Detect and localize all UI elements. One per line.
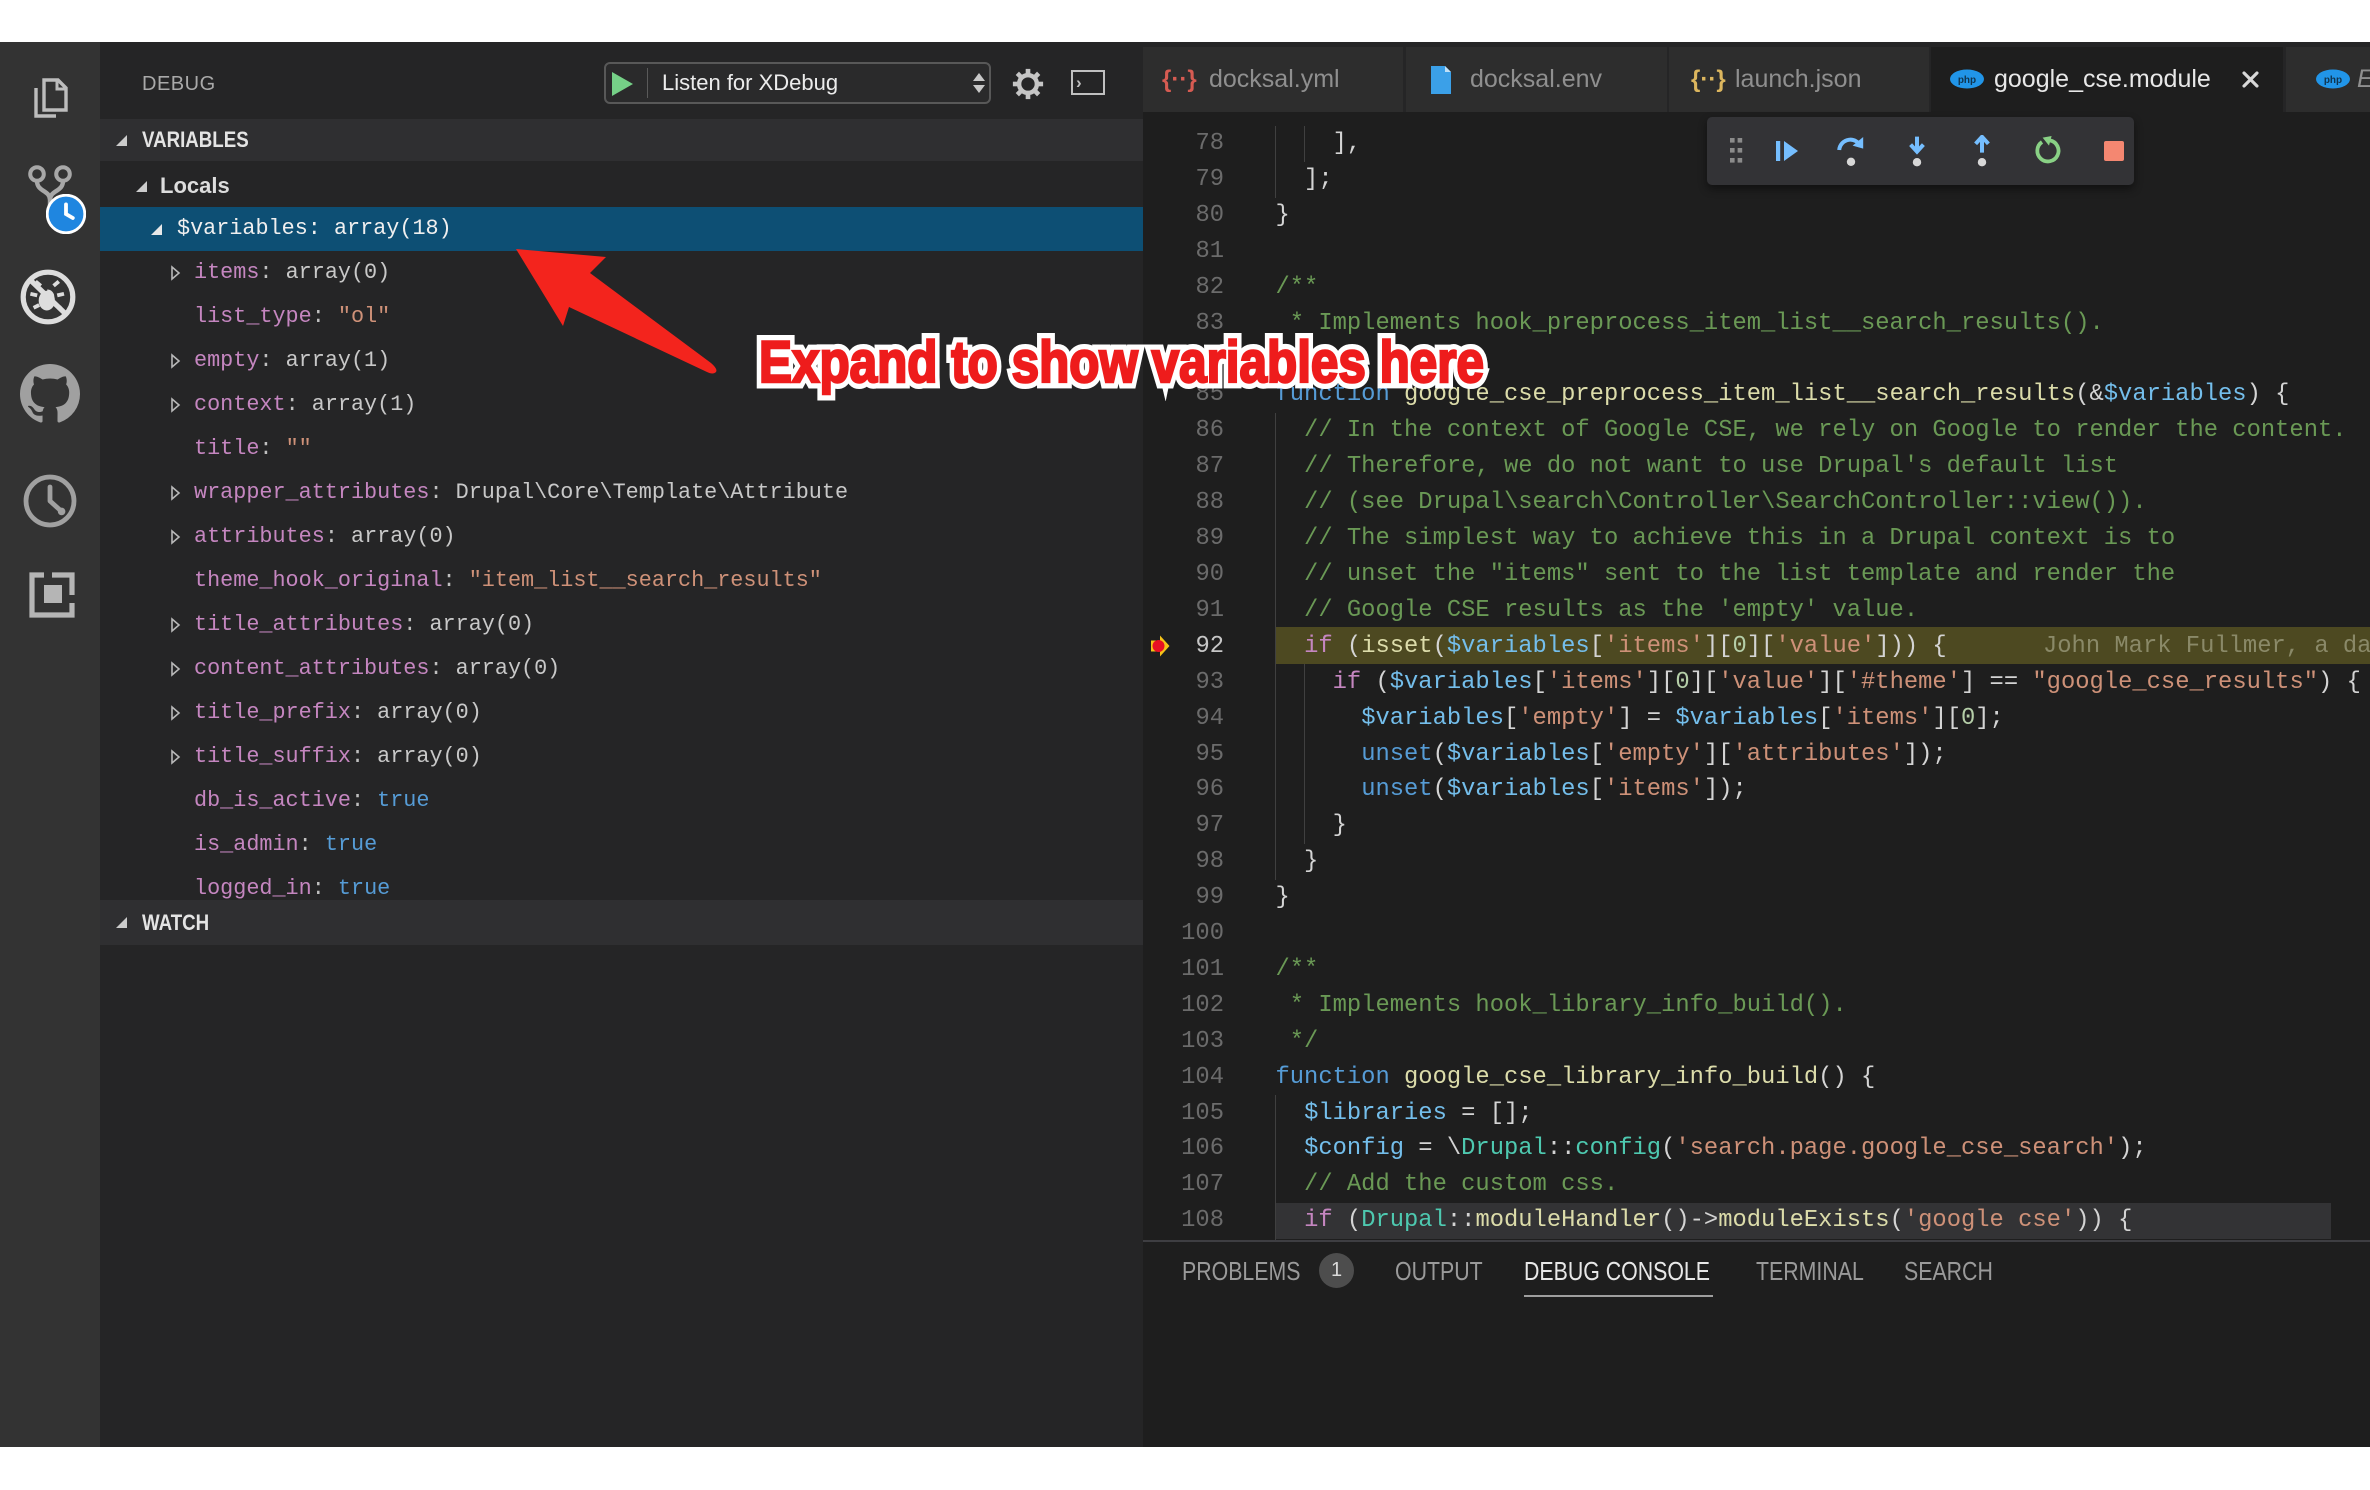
- svg-text:php: php: [1958, 75, 1976, 86]
- svg-text:php: php: [2324, 75, 2342, 86]
